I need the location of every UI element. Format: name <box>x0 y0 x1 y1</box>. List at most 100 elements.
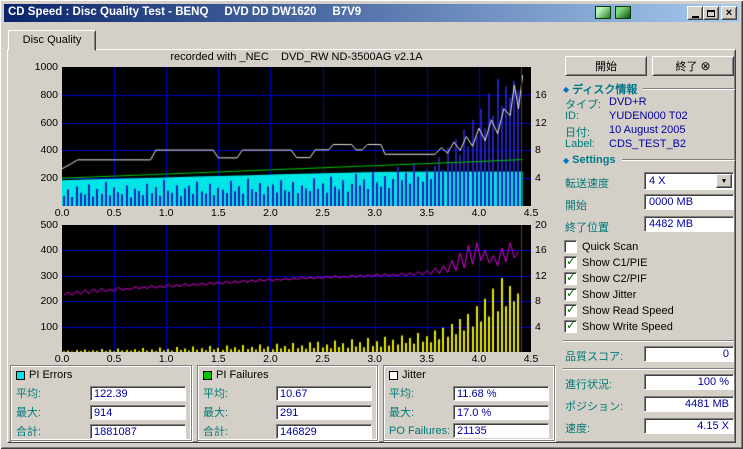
axis-tick-label: 2.5 <box>315 207 330 219</box>
axis-tick-label: 400 <box>40 244 58 257</box>
bottom-chart-canvas <box>62 225 531 352</box>
checkbox-box[interactable]: ✓ <box>564 270 577 285</box>
start-position-value: 0000 MB <box>649 196 694 208</box>
check-icon: ✓ <box>566 318 577 332</box>
end-position-field[interactable]: 4482 MB <box>644 216 734 232</box>
legend-value-field: 291 <box>276 404 372 420</box>
check-icon: ✓ <box>566 302 577 316</box>
legend-row-label: 平均: <box>389 388 415 400</box>
minimize-button[interactable] <box>687 6 703 20</box>
axis-tick-label: 800 <box>40 88 58 101</box>
divider <box>621 159 735 161</box>
axis-tick-label: 1.5 <box>211 207 226 219</box>
axis-tick-label: 2.5 <box>315 353 330 365</box>
axis-tick-label: 3.5 <box>419 207 435 219</box>
axis-tick-label: 1000 <box>34 61 58 73</box>
disc-info-row-label: Label: CDS_TEST_B2 <box>565 138 735 150</box>
checkbox-box[interactable]: ✓ <box>564 302 577 317</box>
legend-row-label: 平均: <box>16 388 42 400</box>
checkbox-show-c1-pie[interactable]: ✓ Show C1/PIE <box>564 254 648 269</box>
legend-row-label: 最大: <box>389 407 415 419</box>
recorded-with-text: recorded with _NEC DVD_RW ND-3500AG v2.1… <box>170 51 423 63</box>
exit-icon: ⊗ <box>700 59 711 73</box>
legend-value-field: 17.0 % <box>453 404 549 420</box>
chevron-down-icon: ▼ <box>720 177 728 185</box>
axis-tick-label: 600 <box>40 116 58 129</box>
axis-tick-label: 500 <box>40 219 58 231</box>
axis-tick-label: 4.0 <box>471 353 487 365</box>
progress-field: 100 % <box>644 374 734 390</box>
screenshot-icon[interactable] <box>595 6 611 19</box>
pi-failures-swatch <box>203 370 212 380</box>
checkbox-show-write-speed[interactable]: ✓ Show Write Speed <box>564 318 673 333</box>
legend-value-field: 21135 <box>453 423 549 438</box>
info-value: CDS_TEST_B2 <box>609 138 687 150</box>
maximize-button[interactable] <box>703 6 719 20</box>
transfer-rate-label: 転送速度 <box>565 178 609 190</box>
start-position-label: 開始 <box>565 200 587 212</box>
tab-disc-quality[interactable]: Disc Quality <box>8 30 96 51</box>
transfer-rate-value: 4 X <box>649 175 666 187</box>
checkbox-quick-scan[interactable]: ✓ Quick Scan <box>564 240 638 253</box>
titlebar[interactable]: CD Speed : Disc Quality Test - BENQ DVD … <box>4 4 739 22</box>
legend-value-field: 914 <box>90 404 186 420</box>
speed-label: 速度: <box>565 423 591 435</box>
pi-errors-legend-box: PI Errors 平均: 122.39 最大: 914 合計: 1881087 <box>10 365 192 441</box>
close-button[interactable]: × <box>721 6 737 20</box>
quality-score-value: 0 <box>722 348 729 360</box>
checkbox-label: Quick Scan <box>582 240 639 253</box>
axis-tick-label: 1.0 <box>158 353 174 365</box>
start-position-field[interactable]: 0000 MB <box>644 194 734 210</box>
divider <box>643 88 735 90</box>
separator <box>563 340 734 342</box>
position-value: 4481 MB <box>684 398 729 410</box>
top-chart-canvas <box>62 67 531 206</box>
pi-failures-legend-box: PI Failures 平均: 10.67 最大: 291 合計: 146829 <box>197 365 378 441</box>
checkbox-box[interactable]: ✓ <box>564 240 577 253</box>
axis-tick-label: 3.0 <box>367 353 382 365</box>
axis-tick-label: 12 <box>535 116 547 129</box>
settings-icon: ◆ <box>563 155 570 165</box>
check-icon: ✓ <box>566 254 577 268</box>
axis-tick-label: 4 <box>535 172 541 185</box>
legend-value-field: 1881087 <box>90 423 186 439</box>
checkbox-show-jitter[interactable]: ✓ Show Jitter <box>564 286 637 301</box>
disc-info-icon: ◆ <box>563 84 570 94</box>
legend-title: Jitter <box>402 369 426 381</box>
axis-tick-label: 0.0 <box>54 207 70 219</box>
checkbox-label: Show C2/PIF <box>582 272 647 285</box>
exit-button-label: 終了 <box>675 61 698 73</box>
axis-tick-label: 0.5 <box>106 207 122 219</box>
app-window: CD Speed : Disc Quality Test - BENQ DVD … <box>0 0 743 449</box>
checkbox-label: Show C1/PIE <box>582 256 648 269</box>
quality-score-field: 0 <box>644 346 734 362</box>
start-button[interactable]: 開始 <box>565 56 647 76</box>
settings-title: Settings <box>572 154 616 166</box>
legend-title: PI Failures <box>216 369 269 381</box>
axis-tick-label: 4.5 <box>523 207 539 219</box>
info-value: YUDEN000 T02 <box>609 110 688 122</box>
checkbox-show-c2-pif[interactable]: ✓ Show C2/PIF <box>564 270 647 285</box>
axis-tick-label: 100 <box>40 320 58 333</box>
jitter-legend-box: Jitter 平均: 11.68 % 最大: 17.0 % PO Failures:… <box>383 365 555 441</box>
checkbox-show-read-speed[interactable]: ✓ Show Read Speed <box>564 302 674 317</box>
save-image-icon[interactable] <box>615 6 631 19</box>
combo-dropdown-button[interactable]: ▼ <box>716 174 732 188</box>
axis-tick-label: 16 <box>535 88 547 101</box>
transfer-rate-select[interactable]: 4 X ▼ <box>644 172 734 190</box>
axis-tick-label: 1.5 <box>211 353 226 365</box>
separator <box>563 368 734 370</box>
jitter-swatch <box>389 370 398 380</box>
checkbox-box[interactable]: ✓ <box>564 254 577 269</box>
axis-tick-label: 4 <box>535 320 541 333</box>
checkbox-label: Show Jitter <box>582 288 637 301</box>
axis-tick-label: 4.0 <box>471 207 487 219</box>
axis-tick-label: 3.5 <box>419 353 435 365</box>
speed-field: 4.15 X <box>644 418 734 434</box>
legend-row-label: 平均: <box>203 388 229 400</box>
axis-tick-label: 2.0 <box>263 207 278 219</box>
checkbox-box[interactable]: ✓ <box>564 286 577 301</box>
settings-header: ◆ Settings <box>563 154 735 166</box>
exit-button[interactable]: 終了 ⊗ <box>652 56 734 76</box>
checkbox-box[interactable]: ✓ <box>564 318 577 333</box>
